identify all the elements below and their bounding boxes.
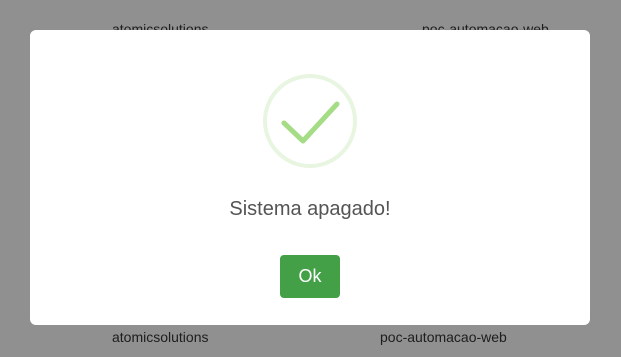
page: atomicsolutions poc-automacao-web atomic…: [0, 0, 621, 357]
dialog-title: Sistema apagado!: [229, 198, 391, 220]
ok-button[interactable]: Ok: [280, 255, 340, 298]
success-check-icon: [262, 73, 358, 169]
success-dialog: Sistema apagado! Ok: [30, 30, 590, 325]
